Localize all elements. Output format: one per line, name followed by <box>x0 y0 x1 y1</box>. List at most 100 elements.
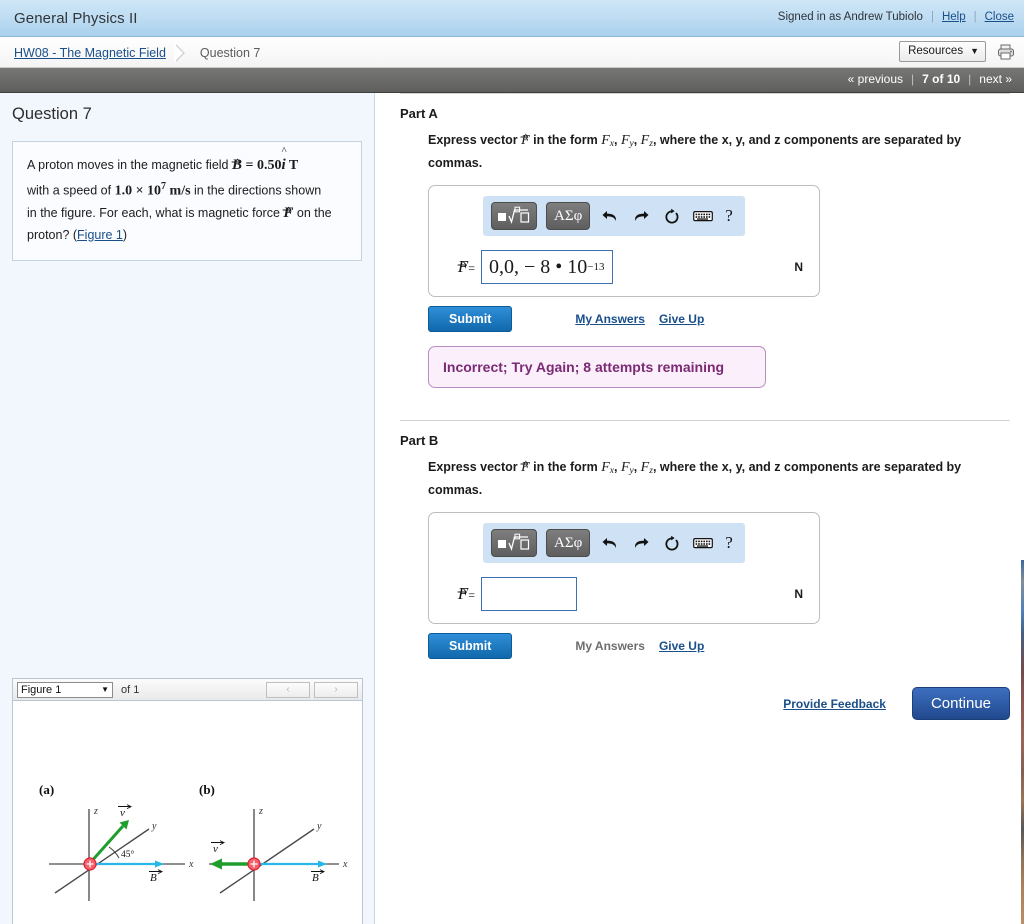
previous-question-link[interactable]: « previous <box>848 72 903 86</box>
part-a-unit: N <box>794 260 803 274</box>
math-greek-label: ΑΣφ <box>554 207 583 224</box>
figure-1-link[interactable]: Figure 1 <box>77 228 123 242</box>
math-greek-label: ΑΣφ <box>554 534 583 551</box>
header-user-area: Signed in as Andrew Tubiolo | Help | Clo… <box>778 11 1014 23</box>
continue-button[interactable]: Continue <box>911 687 1010 720</box>
part-a-submit-row: Submit My Answers Give Up <box>428 306 1024 332</box>
math-greek-button[interactable]: ΑΣφ <box>546 202 591 230</box>
figure-prev-button[interactable]: ‹ <box>266 681 310 698</box>
svg-text:z: z <box>93 806 98 817</box>
part-b-comp-x: F <box>601 460 610 475</box>
part-b-comp-z: F <box>640 460 650 475</box>
part-b-unit: N <box>794 587 803 601</box>
breadcrumb: HW08 - The Magnetic Field Question 7 <box>14 44 260 62</box>
part-b-prompt-pre: Express vector <box>428 460 522 474</box>
part-a-F-label: F <box>457 257 469 276</box>
part-b-give-up-link[interactable]: Give Up <box>659 639 704 653</box>
vector-arrow-icon <box>231 149 241 165</box>
part-b-F: F <box>521 460 530 475</box>
part-b-comp-x-sub: x <box>609 466 614 476</box>
svg-text:z: z <box>258 806 263 817</box>
part-a-my-answers-link[interactable]: My Answers <box>575 312 645 326</box>
next-question-link[interactable]: next » <box>979 72 1012 86</box>
close-link[interactable]: Close <box>985 11 1014 23</box>
part-a-submit-button[interactable]: Submit <box>428 306 513 332</box>
keyboard-icon[interactable] <box>692 209 714 223</box>
svg-text:y: y <box>316 821 322 832</box>
breadcrumb-bar: HW08 - The Magnetic Field Question 7 Res… <box>0 37 1024 68</box>
math-help-icon[interactable]: ? <box>725 206 733 226</box>
part-b-answer-row: F= N <box>441 577 807 611</box>
print-icon[interactable] <box>996 42 1016 62</box>
math-help-icon[interactable]: ? <box>725 533 733 553</box>
figure-next-button[interactable]: › <box>314 681 358 698</box>
nav-sep-1: | <box>911 72 915 86</box>
redo-icon[interactable] <box>630 208 652 224</box>
part-a-comp-x: F <box>601 133 610 148</box>
part-a-answer-card: ΑΣφ ? F= 0,0, − 8 • 10 −13 N <box>428 185 820 297</box>
q-B-value: 0.50 <box>256 158 282 173</box>
part-b-submit-row: Submit My Answers Give Up <box>428 633 1024 659</box>
part-a-answer-value: 0,0, − 8 • 10 <box>489 255 588 278</box>
figure-b-v-label: v <box>213 843 218 855</box>
part-b-prompt: Express vector F in the form Fx, Fy, Fz,… <box>428 458 972 500</box>
provide-feedback-link[interactable]: Provide Feedback <box>783 697 886 711</box>
F-vector-symbol: F <box>283 202 293 224</box>
math-greek-button[interactable]: ΑΣφ <box>546 529 591 557</box>
header-sep-2: | <box>973 11 977 23</box>
part-a-answer-label: F= <box>441 257 481 277</box>
redo-icon[interactable] <box>630 535 652 551</box>
part-b-submit-button[interactable]: Submit <box>428 633 513 659</box>
undo-icon[interactable] <box>599 208 621 224</box>
figure-select-value: Figure 1 <box>21 683 62 696</box>
reset-icon[interactable] <box>661 535 683 552</box>
part-b-eq: = <box>468 588 475 602</box>
part-b-answer-input[interactable] <box>481 577 577 611</box>
svg-text:x: x <box>342 859 348 870</box>
part-b-comp-y-sub: y <box>629 466 634 476</box>
question-sidebar: Question 7 A proton moves in the magneti… <box>0 93 375 924</box>
math-template-button[interactable] <box>491 529 537 557</box>
q-line2-a: with a speed of <box>27 183 115 198</box>
part-b-prompt-mid: in the form <box>529 460 602 474</box>
vector-arrow-icon <box>520 126 529 140</box>
part-a-give-up-link[interactable]: Give Up <box>659 312 704 326</box>
resources-dropdown[interactable]: Resources ▼ <box>899 41 986 62</box>
figure-panel: Figure 1 ▼ of 1 ‹ › (a) z x y B v 45° (b… <box>12 678 363 924</box>
part-b-F-vector: F <box>520 458 530 477</box>
i-hat-symbol: ^ i <box>281 146 286 176</box>
part-b-label: Part B <box>400 433 439 448</box>
q-line2-b: in the directions shown <box>190 183 322 198</box>
chevron-down-icon: ▼ <box>101 685 109 694</box>
q-speed: 1.0 × 10 <box>114 183 162 199</box>
part-a-feedback: Incorrect; Try Again; 8 attempts remaini… <box>428 346 766 388</box>
part-a-F: F <box>521 133 530 148</box>
math-template-button[interactable] <box>491 202 537 230</box>
keyboard-icon[interactable] <box>692 536 714 550</box>
q-B-unit: T <box>285 158 299 173</box>
part-a-comp-y: F <box>620 133 630 148</box>
breadcrumb-assignment-link[interactable]: HW08 - The Magnetic Field <box>14 46 166 60</box>
undo-icon[interactable] <box>599 535 621 551</box>
part-a-label: Part A <box>400 106 438 121</box>
vector-arrow-icon <box>520 453 529 467</box>
part-a-F-vector: F <box>520 131 530 150</box>
figure-a-angle-label: 45° <box>121 849 135 860</box>
figure-b-label: (b) <box>199 782 215 797</box>
page-title: Question 7 <box>12 105 92 123</box>
reset-icon[interactable] <box>661 208 683 225</box>
B-symbol: B <box>231 157 242 173</box>
answer-content: Part A Express vector F in the form Fx, … <box>376 93 1024 924</box>
help-link[interactable]: Help <box>942 11 966 23</box>
figure-select[interactable]: Figure 1 ▼ <box>17 681 113 698</box>
q-line3-a: in the figure. For each, what is magneti… <box>27 205 284 220</box>
part-a-answer-input[interactable]: 0,0, − 8 • 10 −13 <box>481 250 613 284</box>
part-b-answer-label: F= <box>441 584 481 604</box>
signed-in-label: Signed in as Andrew Tubiolo <box>777 11 923 23</box>
top-header: General Physics II Signed in as Andrew T… <box>0 0 1024 37</box>
figure-toolbar: Figure 1 ▼ of 1 ‹ › <box>12 678 363 700</box>
question-nav-inner: « previous | 7 of 10 | next » <box>848 72 1012 86</box>
figure-a-label: (a) <box>39 782 54 797</box>
question-statement-text: A proton moves in the magnetic field B =… <box>27 146 347 246</box>
part-a-answer-row: F= 0,0, − 8 • 10 −13 N <box>441 250 807 284</box>
